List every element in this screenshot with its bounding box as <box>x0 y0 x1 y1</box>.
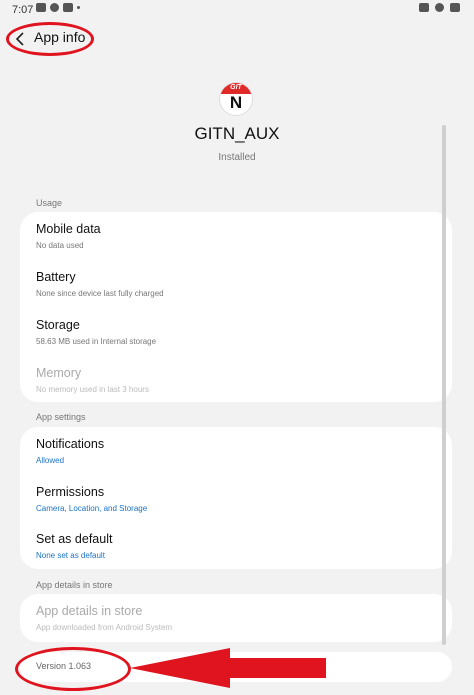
status-bar: 7:07 <box>0 0 474 20</box>
app-icon-main-letter: N <box>229 93 243 112</box>
row-storage[interactable]: Storage 58.63 MB used in Internal storag… <box>20 308 452 356</box>
row-title: Battery <box>36 270 76 284</box>
scrollbar[interactable] <box>442 125 446 645</box>
battery-icon <box>450 3 460 12</box>
row-subtitle: No memory used in last 3 hours <box>36 385 149 394</box>
row-memory: Memory No memory used in last 3 hours <box>20 356 452 402</box>
row-subtitle: Camera, Location, and Storage <box>36 504 148 513</box>
dot-icon <box>77 6 80 9</box>
row-title: Permissions <box>36 485 105 499</box>
row-subtitle: None set as default <box>36 551 105 560</box>
app-settings-card: Notifications Allowed Permissions Camera… <box>20 427 452 569</box>
title-annotation-circle <box>6 22 94 56</box>
store-card: App details in store App downloaded from… <box>20 594 452 642</box>
row-permissions[interactable]: Permissions Camera, Location, and Storag… <box>20 475 452 523</box>
usage-card: Mobile data No data used Battery None si… <box>20 212 452 402</box>
row-battery[interactable]: Battery None since device last fully cha… <box>20 260 452 308</box>
app-name: GITN_AUX <box>194 124 280 143</box>
row-subtitle: None since device last fully charged <box>36 289 164 298</box>
status-left-icons <box>36 3 80 12</box>
version-annotation-circle <box>15 647 131 691</box>
cloud-icon <box>50 3 59 12</box>
row-subtitle: App downloaded from Android System <box>36 623 173 632</box>
row-set-as-default[interactable]: Set as default None set as default <box>20 522 452 569</box>
app-icon: GIT N <box>219 82 253 116</box>
arrow-annotation-icon <box>130 648 326 688</box>
status-right-icons <box>419 3 460 12</box>
app-install-status: Installed <box>218 152 256 163</box>
row-title: Notifications <box>36 437 105 451</box>
mute-icon <box>419 3 429 12</box>
row-notifications[interactable]: Notifications Allowed <box>20 427 452 475</box>
row-title: App details in store <box>36 604 143 618</box>
row-title: Set as default <box>36 532 113 546</box>
row-app-details-in-store: App details in store App downloaded from… <box>20 594 452 642</box>
row-mobile-data[interactable]: Mobile data No data used <box>20 212 452 260</box>
row-subtitle: 58.63 MB used in Internal storage <box>36 337 157 346</box>
app-header: GIT N GITN_AUX Installed <box>0 80 474 170</box>
wifi-icon <box>435 3 444 12</box>
row-subtitle: Allowed <box>36 456 65 465</box>
notification-icon <box>36 3 46 12</box>
row-title: Storage <box>36 318 80 332</box>
youtube-icon <box>63 3 73 12</box>
section-header-store: App details in store <box>36 580 113 590</box>
section-header-usage: Usage <box>36 198 63 208</box>
status-time: 7:07 <box>12 4 34 16</box>
row-subtitle: No data used <box>36 241 84 250</box>
app-icon-top-letters: GIT <box>230 84 242 91</box>
row-title: Memory <box>36 366 82 380</box>
row-title: Mobile data <box>36 222 101 236</box>
section-header-app-settings: App settings <box>36 412 86 422</box>
